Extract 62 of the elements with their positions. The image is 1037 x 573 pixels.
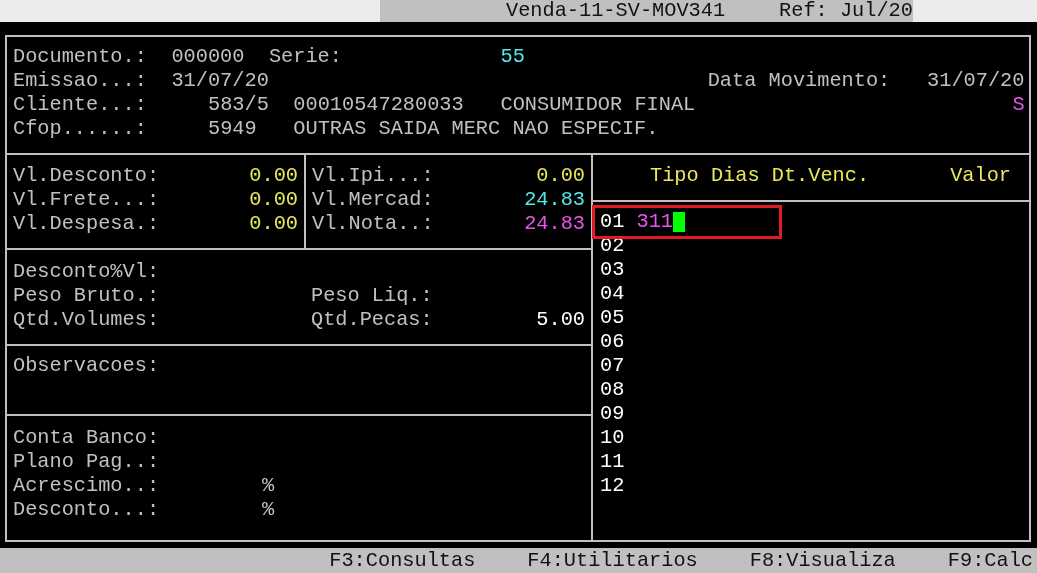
reference-period: Ref: Jul/20 bbox=[779, 0, 913, 22]
field-label: Plano Pag..: bbox=[13, 450, 161, 474]
column-header: Valor bbox=[950, 164, 1011, 188]
field-label: Serie: bbox=[268, 45, 343, 69]
window-title: Venda-11-SV-MOV341 bbox=[506, 0, 726, 22]
installment-row[interactable]: 08 bbox=[597, 378, 777, 402]
field-value: 0.00 bbox=[249, 212, 298, 236]
field-label: Qtd.Pecas: bbox=[311, 308, 433, 332]
installment-row[interactable]: 04 bbox=[597, 282, 777, 306]
field-label: Data Movimento: bbox=[707, 69, 892, 93]
field-value: 55 bbox=[500, 45, 526, 69]
field-value: 0.00 bbox=[249, 188, 298, 212]
status-letter: S bbox=[1012, 93, 1025, 117]
installment-row[interactable]: 11 bbox=[597, 450, 777, 474]
field-value: 31/07/20 bbox=[927, 69, 1025, 93]
installment-row[interactable]: 12 bbox=[597, 474, 777, 498]
installment-row[interactable]: 01 311 bbox=[597, 210, 777, 234]
field-value: 5.00 bbox=[536, 308, 585, 332]
field-label: Vl.Ipi...: bbox=[312, 164, 434, 188]
field-label: Desconto%Vl: bbox=[13, 260, 161, 284]
field-label: Vl.Desconto: bbox=[13, 164, 160, 188]
field-value: 31/07/20 bbox=[171, 69, 269, 93]
field-label: Vl.Despesa.: bbox=[13, 212, 160, 236]
field-label: Qtd.Volumes: bbox=[13, 308, 161, 332]
field-value: 24.83 bbox=[524, 188, 585, 212]
function-key-hint[interactable]: F8:Visualiza bbox=[749, 548, 896, 573]
field-value: 583/5 bbox=[208, 93, 270, 117]
column-header: Tipo bbox=[650, 164, 699, 188]
installment-row[interactable]: 06 bbox=[597, 330, 777, 354]
function-key-hint[interactable]: F3:Consultas bbox=[329, 548, 476, 573]
installment-row[interactable]: 10 bbox=[597, 426, 777, 450]
column-header: Dt.Venc. bbox=[771, 164, 870, 188]
installment-row[interactable]: 07 bbox=[597, 354, 777, 378]
field-value: 0.00 bbox=[536, 164, 585, 188]
field-value: 000000 bbox=[171, 45, 246, 69]
field-value: CONSUMIDOR FINAL bbox=[500, 93, 697, 117]
field-label: Vl.Frete...: bbox=[13, 188, 160, 212]
field-label: Vl.Mercad: bbox=[312, 188, 434, 212]
percent-sign: % bbox=[262, 498, 275, 522]
function-key-hint[interactable]: F4:Utilitarios bbox=[527, 548, 698, 573]
field-label: Documento.: bbox=[13, 45, 148, 69]
field-label: Acrescimo..: bbox=[13, 474, 161, 498]
field-label: Peso Bruto.: bbox=[13, 284, 161, 308]
field-label: Conta Banco: bbox=[13, 426, 161, 450]
function-key-hint[interactable]: F9:Calc bbox=[947, 548, 1033, 573]
field-label: Emissao...: bbox=[13, 69, 148, 93]
field-value: OUTRAS SAIDA MERC NAO ESPECIF. bbox=[293, 117, 660, 141]
field-value: 5949 bbox=[208, 117, 258, 141]
installment-row[interactable]: 05 bbox=[597, 306, 777, 330]
field-label: Cliente...: bbox=[13, 93, 148, 117]
field-label: Observacoes: bbox=[13, 354, 160, 377]
column-header: Dias bbox=[710, 164, 760, 188]
field-value: 00010547280033 bbox=[293, 93, 465, 117]
field-label: Vl.Nota..: bbox=[312, 212, 434, 236]
field-value: 24.83 bbox=[524, 212, 585, 236]
field-label: Peso Liq.: bbox=[311, 284, 433, 308]
field-value: 0.00 bbox=[249, 164, 298, 188]
installment-row[interactable]: 03 bbox=[597, 258, 777, 282]
installment-row[interactable]: 09 bbox=[597, 402, 777, 426]
field-label: Desconto...: bbox=[13, 498, 161, 522]
percent-sign: % bbox=[262, 474, 275, 498]
field-label: Cfop......: bbox=[13, 117, 148, 141]
